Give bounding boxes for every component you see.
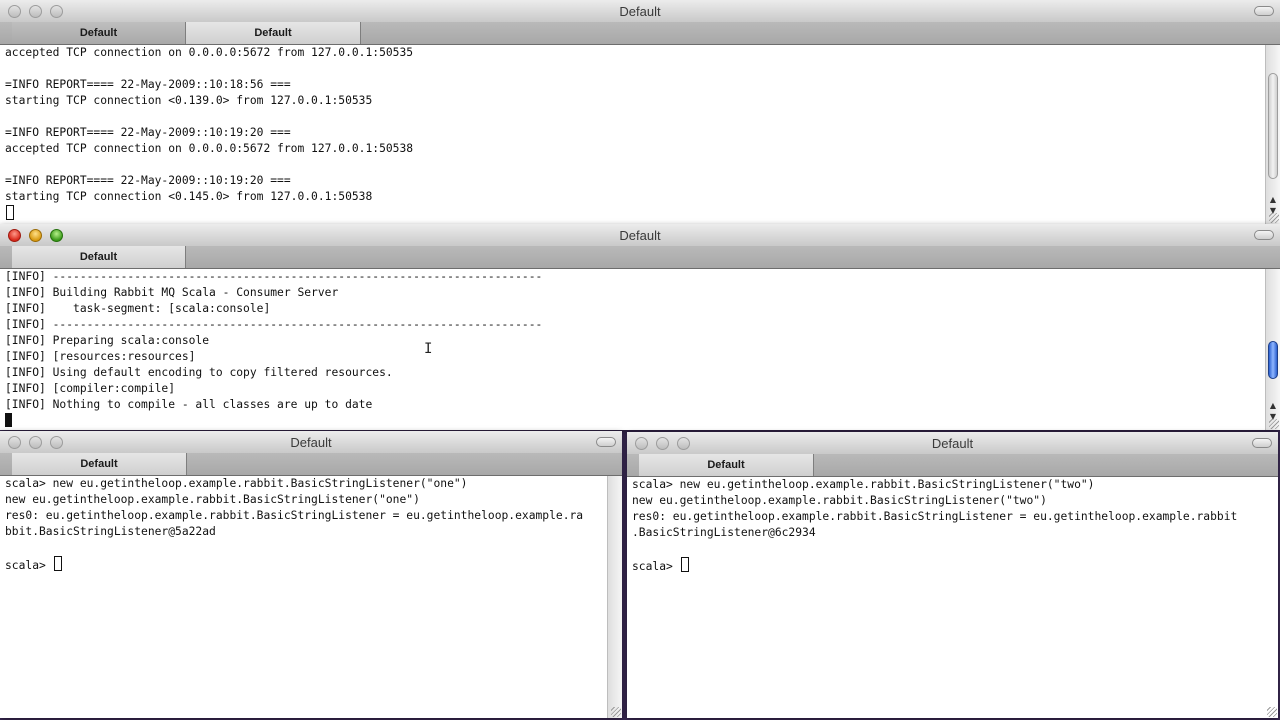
- output-line: =INFO REPORT==== 22-May-2009::10:19:20 =…: [5, 174, 291, 187]
- output-line: accepted TCP connection on 0.0.0.0:5672 …: [5, 142, 414, 155]
- tab-default[interactable]: Default: [639, 454, 814, 476]
- toolbar-toggle-icon[interactable]: [1252, 438, 1272, 448]
- resize-grip-icon[interactable]: [1267, 707, 1277, 717]
- window-title: Default: [619, 228, 661, 243]
- terminal-output[interactable]: accepted TCP connection on 0.0.0.0:5672 …: [0, 45, 1266, 224]
- terminal-window-scala-two: Default Default scala> new eu.getinthelo…: [627, 432, 1278, 718]
- output-line: [INFO] Preparing scala:console: [5, 334, 210, 347]
- output-line: [INFO] ---------------------------------…: [5, 270, 543, 283]
- tab-default[interactable]: Default: [12, 453, 187, 475]
- prompt-line: scala>: [627, 557, 1278, 573]
- cursor-line: [0, 413, 1266, 429]
- toolbar-toggle-icon[interactable]: [1254, 6, 1274, 16]
- output-line: starting TCP connection <0.145.0> from 1…: [5, 190, 373, 203]
- toolbar-toggle-icon[interactable]: [596, 437, 616, 447]
- toolbar-toggle-icon[interactable]: [1254, 230, 1274, 240]
- tab-default[interactable]: Default: [12, 246, 186, 268]
- scroll-up-icon[interactable]: ▲: [1266, 194, 1280, 205]
- output-line: [INFO] [compiler:compile]: [5, 382, 176, 395]
- vertical-scrollbar[interactable]: ▲ ▼: [1265, 45, 1280, 224]
- output-line: accepted TCP connection on 0.0.0.0:5672 …: [5, 46, 414, 59]
- output-line: scala> new eu.getintheloop.example.rabbi…: [632, 478, 1095, 491]
- text-cursor: [53, 556, 62, 571]
- tab-bar: Default: [627, 454, 1278, 477]
- output-line: [INFO] Using default encoding to copy fi…: [5, 366, 393, 379]
- text-cursor-icon: I: [424, 341, 433, 357]
- output-line: res0: eu.getintheloop.example.rabbit.Bas…: [632, 510, 1238, 523]
- output-line: scala> new eu.getintheloop.example.rabbi…: [5, 477, 468, 490]
- tab-bar: Default: [0, 453, 622, 476]
- scroll-up-icon[interactable]: ▲: [1266, 400, 1280, 411]
- output-line: [INFO] Building Rabbit MQ Scala - Consum…: [5, 286, 339, 299]
- terminal-window-server-log: Default Default Default accepted TCP con…: [0, 0, 1280, 224]
- output-line: [INFO] [resources:resources]: [5, 350, 196, 363]
- text-cursor: [5, 413, 12, 427]
- terminal-output[interactable]: scala> new eu.getintheloop.example.rabbi…: [627, 477, 1278, 718]
- output-line: [INFO] task-segment: [scala:console]: [5, 302, 271, 315]
- scrollbar-thumb[interactable]: [1268, 73, 1278, 179]
- terminal-window-maven: Default Default [INFO] -----------------…: [0, 224, 1280, 430]
- vertical-scrollbar[interactable]: ▲ ▼: [1265, 269, 1280, 430]
- cursor-line: [0, 205, 1266, 221]
- text-cursor: [6, 205, 14, 220]
- scala-prompt: scala>: [5, 559, 53, 572]
- window-titlebar[interactable]: Default: [627, 432, 1278, 455]
- window-titlebar[interactable]: Default: [0, 0, 1280, 23]
- tab-default-2[interactable]: Default: [186, 22, 361, 44]
- scala-prompt: scala>: [632, 560, 680, 573]
- tab-default-1[interactable]: Default: [12, 22, 186, 44]
- output-line: new eu.getintheloop.example.rabbit.Basic…: [632, 494, 1047, 507]
- terminal-output[interactable]: scala> new eu.getintheloop.example.rabbi…: [0, 476, 608, 718]
- resize-grip-icon[interactable]: [1269, 213, 1279, 223]
- scrollbar-thumb[interactable]: [1268, 341, 1278, 379]
- output-line: [INFO] Nothing to compile - all classes …: [5, 398, 373, 411]
- output-line: bbit.BasicStringListener@5a22ad: [5, 525, 216, 538]
- resize-grip-icon[interactable]: [1269, 419, 1279, 429]
- window-title: Default: [290, 435, 332, 450]
- output-line: [INFO] ---------------------------------…: [5, 318, 543, 331]
- output-line: new eu.getintheloop.example.rabbit.Basic…: [5, 493, 420, 506]
- output-line: starting TCP connection <0.139.0> from 1…: [5, 94, 373, 107]
- output-line: .BasicStringListener@6c2934: [632, 526, 816, 539]
- terminal-window-scala-one: Default Default scala> new eu.getinthelo…: [0, 431, 622, 718]
- prompt-line: scala>: [0, 556, 608, 572]
- window-titlebar[interactable]: Default: [0, 224, 1280, 247]
- text-cursor: [680, 557, 689, 572]
- window-title: Default: [931, 436, 974, 451]
- window-title: Default: [619, 4, 661, 19]
- output-line: =INFO REPORT==== 22-May-2009::10:18:56 =…: [5, 78, 291, 91]
- output-line: res0: eu.getintheloop.example.rabbit.Bas…: [5, 509, 584, 522]
- output-line: =INFO REPORT==== 22-May-2009::10:19:20 =…: [5, 126, 291, 139]
- vertical-scrollbar[interactable]: [607, 476, 622, 718]
- tab-bar: Default Default: [0, 22, 1280, 45]
- resize-grip-icon[interactable]: [611, 707, 621, 717]
- window-titlebar[interactable]: Default: [0, 431, 622, 454]
- terminal-output[interactable]: [INFO] ---------------------------------…: [0, 269, 1266, 430]
- tab-bar: Default: [0, 246, 1280, 269]
